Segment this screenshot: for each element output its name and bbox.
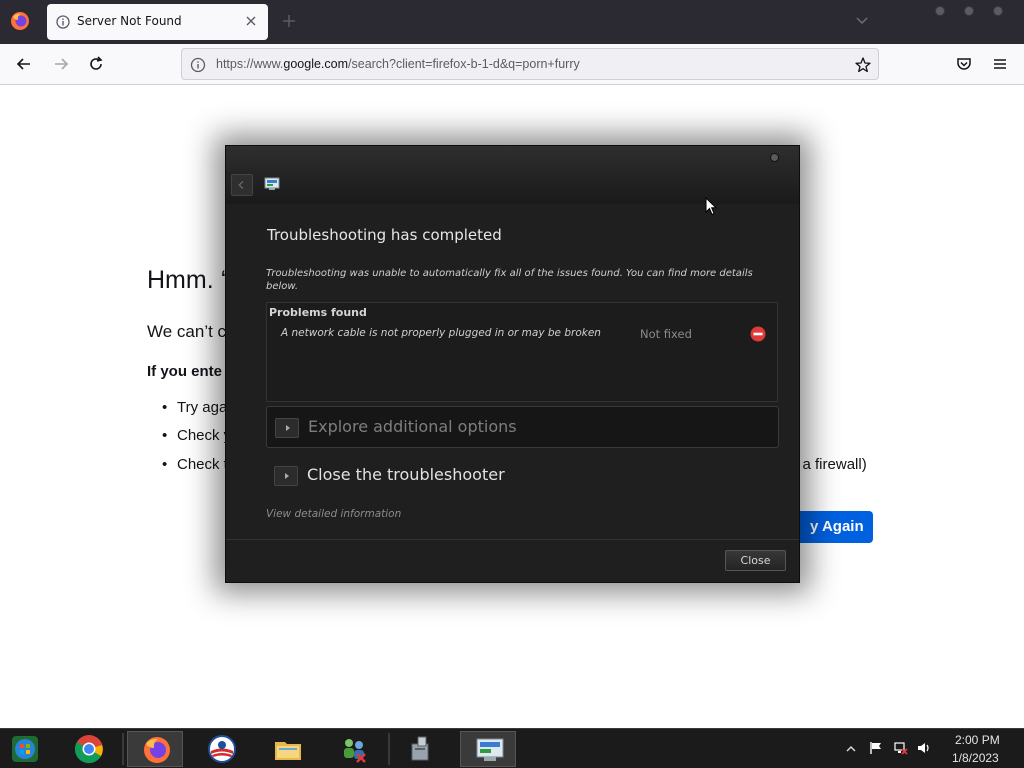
taskbar-troubleshooter[interactable] [460,731,516,767]
browser-nav-bar: https://www.google.com/search?client=fir… [0,44,1024,85]
dialog-back-button[interactable] [231,174,253,196]
bookmark-star-icon[interactable] [854,56,872,74]
error-list-item-text: Check y [177,427,232,444]
taskbar: 2:00 PM 1/8/2023 [0,728,1024,768]
arrow-right-icon [275,418,299,438]
clock-time[interactable]: 2:00 PM [955,733,1000,747]
taskbar-firefox[interactable] [127,731,183,767]
firefox-logo-icon[interactable] [10,11,30,31]
browser-tab-bar: Server Not Found [0,0,1024,44]
taskbar-separator [122,733,124,765]
chrome-icon [74,735,103,764]
clock-date[interactable]: 1/8/2023 [952,751,999,765]
start-button[interactable] [0,731,56,767]
troubleshooter-icon [476,738,504,761]
site-info-icon[interactable] [190,57,206,73]
error-title: Hmm. ‘ [147,266,227,294]
taskbar-obama-logo[interactable] [193,731,249,767]
url-path: /search?client=firefox-b-1-d&q=porn+furr… [348,57,580,71]
error-list-item: Check y [162,427,231,444]
dialog-divider [226,539,799,540]
error-list-item: Try aga [162,399,227,416]
error-list-item-text: Try aga [177,399,228,416]
taskbar-separator [388,733,390,765]
dialog-description: Troubleshooting was unable to automatica… [266,268,753,292]
close-window-button[interactable] [993,6,1003,16]
tool-box-icon [411,736,429,761]
hamburger-menu-icon[interactable] [990,54,1010,74]
reload-icon[interactable] [86,54,106,74]
taskbar-chrome[interactable] [60,731,116,767]
maximize-window-button[interactable] [964,6,974,16]
error-list-item: Check t [162,456,228,473]
troubleshooter-app-icon [264,177,280,190]
error-list-item-tail: d a firewall) [790,456,867,473]
dialog-close-button[interactable]: Close [725,550,786,571]
error-hint-heading: If you ente [147,363,223,380]
new-tab-plus-icon[interactable] [281,13,297,29]
taskbar-file-explorer[interactable] [259,731,315,767]
explore-additional-options-button[interactable]: Explore additional options [266,406,779,448]
close-tab-icon[interactable] [244,14,258,28]
problems-found-panel: Problems found A network cable is not pr… [266,302,778,402]
back-arrow-icon[interactable] [14,54,34,74]
option-label: Explore additional options [308,417,517,436]
dialog-title-bar [226,146,799,204]
error-description: We can’t c [147,322,227,341]
option-label: Close the troubleshooter [307,465,505,484]
dialog-close-dot-button[interactable] [770,153,779,162]
error-list-item-text: Check t [177,456,228,473]
action-center-flag-icon[interactable] [869,741,883,755]
mouse-pointer-icon [705,197,717,216]
minimize-window-button[interactable] [935,6,945,16]
tab-title: Server Not Found [77,14,182,28]
obama-campaign-logo-icon [208,735,236,763]
url-text[interactable]: https://www.google.com/search?client=fir… [216,57,580,71]
folder-icon [275,742,301,760]
pocket-icon[interactable] [954,54,974,74]
problem-description[interactable]: A network cable is not properly plugged … [281,327,601,339]
view-detailed-information-link[interactable]: View detailed information [266,508,401,520]
problems-found-title: Problems found [269,306,367,319]
url-bar[interactable]: https://www.google.com/search?client=fir… [181,48,879,80]
error-stop-icon [750,326,766,342]
network-people-icon [344,739,366,763]
info-icon [56,15,70,29]
tab-server-not-found[interactable]: Server Not Found [47,4,268,40]
url-prefix: https://www. [216,57,284,71]
firefox-icon [144,737,170,763]
volume-speaker-icon[interactable] [917,741,931,755]
close-troubleshooter-button[interactable]: Close the troubleshooter [266,455,779,497]
chevron-down-icon[interactable] [855,15,869,27]
windows-start-orb-icon [12,736,38,762]
taskbar-network[interactable] [325,731,381,767]
back-arrow-icon [238,180,244,190]
url-host: google.com [283,57,349,71]
network-disconnected-icon[interactable] [894,741,908,755]
arrow-right-icon [274,466,298,486]
forward-arrow-icon[interactable] [51,54,71,74]
show-hidden-icons-chevron-icon[interactable] [846,744,856,754]
taskbar-tool[interactable] [392,731,448,767]
dialog-heading: Troubleshooting has completed [267,226,502,244]
problem-status: Not fixed [640,327,692,341]
